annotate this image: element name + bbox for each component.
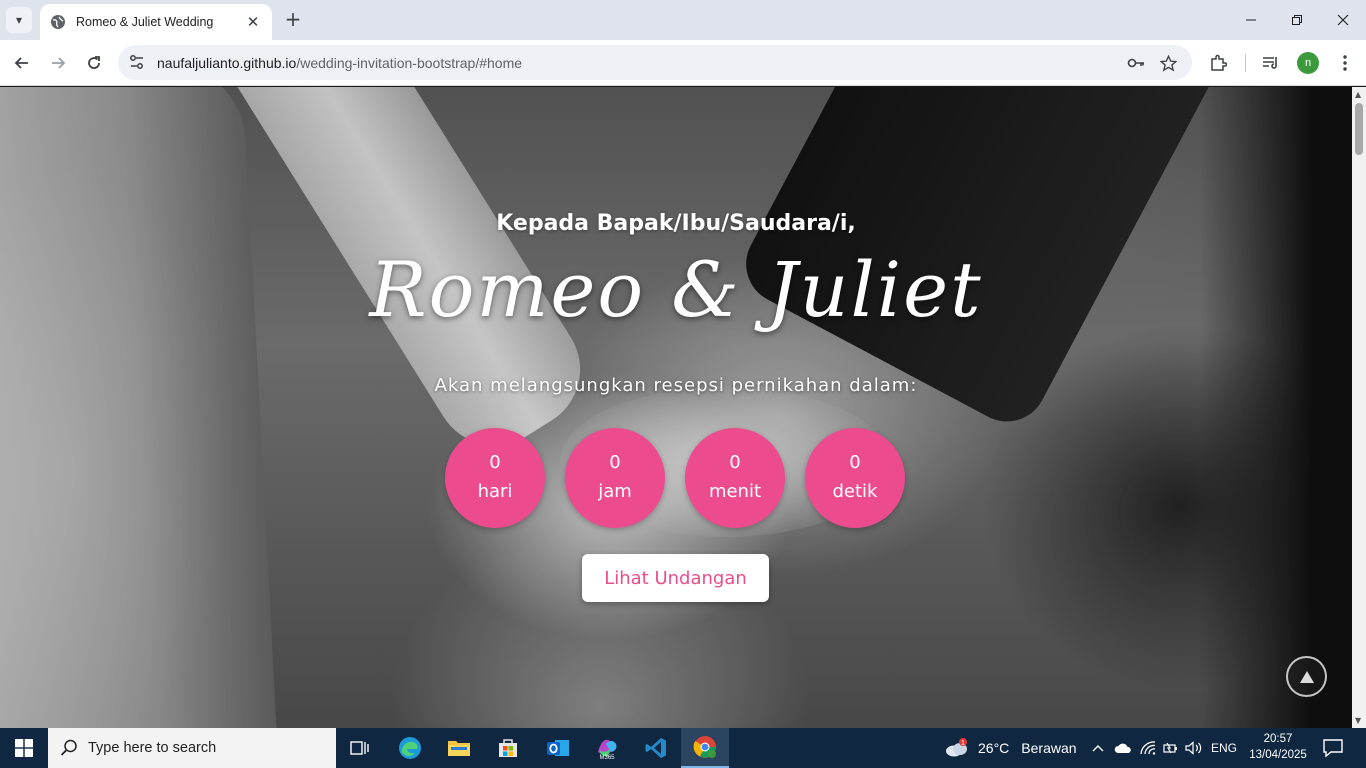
scroll-up-arrow-icon[interactable]: ▲ (1355, 90, 1361, 99)
arrow-left-icon (14, 57, 28, 69)
site-info-icon[interactable] (128, 53, 146, 71)
countdown-days: 0 hari (445, 428, 545, 528)
search-placeholder: Type here to search (88, 740, 217, 756)
microsoft-store-app[interactable] (484, 728, 532, 768)
windows-logo-icon (15, 739, 33, 757)
task-view-icon (350, 741, 369, 755)
countdown-hours: 0 jam (565, 428, 665, 528)
file-explorer-icon (448, 741, 470, 756)
profile-avatar[interactable]: n (1297, 52, 1319, 74)
browser-tab-bar: ▾ Romeo & Juliet Wedding ✕ + (0, 0, 1366, 40)
m365-icon: M365 (598, 739, 617, 760)
countdown-unit: jam (598, 481, 632, 502)
minimize-icon (1246, 19, 1256, 21)
cloudy-weather-icon: 1 (944, 738, 968, 758)
globe-icon (51, 15, 65, 29)
countdown-value: 0 (729, 452, 741, 473)
onedrive-tray-icon[interactable] (1112, 728, 1134, 768)
volume-icon[interactable] (1183, 728, 1205, 768)
start-button[interactable] (0, 728, 48, 768)
svg-text:M365: M365 (599, 755, 615, 760)
outlook-app[interactable] (534, 728, 582, 768)
weather-description: Berawan (1021, 740, 1077, 756)
url-path: /wedding-invitation-bootstrap/#home (296, 55, 523, 71)
close-icon (1337, 14, 1349, 26)
kebab-menu-icon[interactable] (1333, 51, 1357, 75)
close-window-button[interactable] (1320, 0, 1366, 40)
new-tab-button[interactable]: + (282, 8, 304, 30)
password-key-icon[interactable] (1126, 53, 1146, 73)
weather-widget[interactable]: 1 26°C Berawan (944, 728, 1077, 768)
minimize-button[interactable] (1228, 0, 1274, 40)
view-invitation-button[interactable]: Lihat Undangan (582, 554, 769, 602)
microsoft-store-icon (499, 739, 517, 757)
countdown-unit: hari (477, 481, 513, 502)
search-icon (60, 739, 77, 756)
chevron-down-icon: ▾ (15, 13, 23, 27)
tab-close-icon[interactable]: ✕ (244, 13, 262, 31)
restore-icon (1292, 15, 1302, 25)
back-button[interactable] (9, 50, 35, 76)
reload-icon (88, 56, 100, 69)
taskbar-clock[interactable]: 20:57 13/04/2025 (1246, 731, 1310, 763)
countdown-timer: 0 hari 0 jam 0 menit 0 detik (445, 428, 905, 528)
language-indicator[interactable]: ENG (1208, 728, 1240, 768)
greeting-text: Kepada Bapak/Ibu/Saudara/i, (496, 211, 856, 236)
tab-active[interactable]: Romeo & Juliet Wedding ✕ (40, 4, 272, 40)
extensions-puzzle-icon[interactable] (1206, 51, 1230, 75)
browser-toolbar: naufaljulianto.github.io/wedding-invitat… (0, 40, 1366, 86)
tab-search-button[interactable]: ▾ (6, 7, 32, 33)
task-view-button[interactable] (336, 728, 384, 768)
chevron-up-icon (1092, 745, 1104, 752)
arrow-right-icon (52, 57, 66, 69)
media-control-icon[interactable] (1259, 51, 1283, 75)
vscode-icon (645, 738, 666, 758)
hero-section: Kepada Bapak/Ibu/Saudara/i, Romeo & Juli… (0, 87, 1352, 728)
bookmark-star-icon[interactable] (1158, 53, 1178, 73)
clock-date: 13/04/2025 (1249, 749, 1307, 761)
scroll-to-top-button[interactable] (1286, 656, 1327, 697)
chrome-app[interactable] (681, 728, 729, 768)
m365-app[interactable]: M365 (583, 728, 631, 768)
outlook-icon (547, 740, 569, 756)
tab-title: Romeo & Juliet Wedding (76, 15, 214, 29)
weather-badge: 1 (961, 740, 965, 747)
weather-temperature: 26°C (978, 740, 1010, 756)
file-explorer-app[interactable] (435, 728, 483, 768)
countdown-unit: detik (832, 481, 878, 502)
couple-names-title: Romeo & Juliet (369, 245, 983, 334)
countdown-value: 0 (609, 452, 621, 473)
forward-button[interactable] (45, 50, 71, 76)
wifi-icon[interactable] (1137, 728, 1159, 768)
countdown-seconds: 0 detik (805, 428, 905, 528)
clock-time: 20:57 (1263, 733, 1293, 745)
show-hidden-icons-button[interactable] (1088, 728, 1108, 768)
vscode-app[interactable] (632, 728, 680, 768)
windows-taskbar: Type here to search M365 1 26°C Berawan (0, 728, 1366, 768)
countdown-subtitle: Akan melangsungkan resepsi pernikahan da… (434, 375, 918, 396)
hero-content: Kepada Bapak/Ibu/Saudara/i, Romeo & Juli… (0, 87, 1352, 728)
page-scrollbar[interactable]: ▲ ▼ (1352, 87, 1366, 728)
chrome-icon (693, 736, 716, 758)
notification-center-icon[interactable] (1322, 738, 1344, 758)
reload-button[interactable] (81, 50, 107, 76)
edge-icon (399, 737, 421, 759)
scrollbar-thumb[interactable] (1355, 103, 1363, 155)
address-bar[interactable]: naufaljulianto.github.io/wedding-invitat… (118, 45, 1192, 80)
restore-button[interactable] (1274, 0, 1320, 40)
countdown-unit: menit (708, 481, 762, 502)
countdown-minutes: 0 menit (685, 428, 785, 528)
scroll-down-arrow-icon[interactable]: ▼ (1355, 716, 1361, 725)
url-domain: naufaljulianto.github.io (157, 55, 297, 71)
taskbar-search-box[interactable]: Type here to search (48, 728, 336, 768)
triangle-up-icon (1299, 670, 1314, 683)
edge-app[interactable] (386, 728, 434, 768)
toolbar-divider (1245, 54, 1246, 72)
power-battery-icon[interactable] (1160, 728, 1182, 768)
url-text[interactable]: naufaljulianto.github.io/wedding-invitat… (157, 55, 522, 71)
countdown-value: 0 (489, 452, 501, 473)
countdown-value: 0 (849, 452, 861, 473)
